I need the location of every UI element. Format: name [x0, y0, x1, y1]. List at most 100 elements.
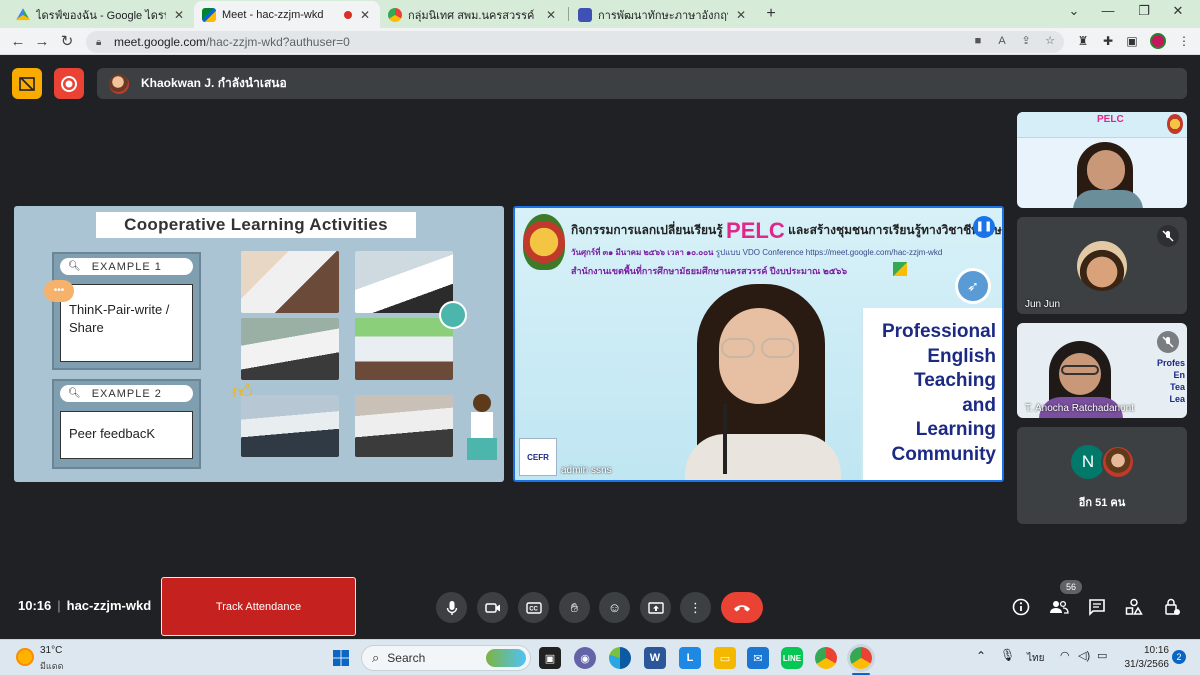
window-close-icon[interactable]: ✕ [1166, 3, 1190, 19]
tray-time[interactable]: 10:16 [1129, 645, 1169, 656]
tab-english-skills[interactable]: การพัฒนาทักษะภาษาอังกฤษ English ✕ [570, 1, 756, 28]
classroom-photo [355, 251, 453, 313]
present-screen-icon[interactable] [640, 592, 671, 623]
meeting-code: hac-zzjm-wkd [66, 598, 152, 613]
input-language[interactable]: ไทย [1027, 651, 1044, 666]
tab-title: ไดรฟ์ของฉัน - Google ไดรฟ์ [36, 9, 166, 22]
participant-tile-anocha[interactable]: Profes En Tea Lea T. Anocha Ratchadanont [1017, 323, 1187, 418]
tab-google-drive[interactable]: ไดรฟ์ของฉัน - Google ไดรฟ์ ✕ [8, 1, 194, 28]
notification-badge[interactable]: 2 [1172, 650, 1186, 664]
activities-icon[interactable] [1123, 596, 1145, 618]
bookmark-star-icon[interactable]: ☆ [1042, 33, 1058, 49]
mic-tray-icon[interactable]: 🎙︎ [1000, 648, 1015, 662]
participant-tile-1[interactable]: PELC [1017, 112, 1187, 208]
chevron-down-icon[interactable]: ⌄ [1062, 3, 1086, 19]
line-app-icon[interactable]: LINE [781, 647, 803, 669]
meet-stage: Khaokwan J. กำลังนำเสนอ Cooperative Lear… [0, 56, 1200, 639]
chat-icon[interactable] [1086, 596, 1108, 618]
teams-chat-icon[interactable]: ◉ [574, 647, 596, 669]
reload-icon[interactable]: ↻ [57, 32, 77, 52]
close-icon[interactable]: ✕ [172, 8, 186, 22]
student-illustration [461, 394, 503, 476]
l-app-icon[interactable]: L [679, 647, 701, 669]
chrome-icon[interactable] [815, 647, 837, 669]
back-arrow-icon[interactable]: ← [8, 32, 28, 52]
weather-desc[interactable]: มีแดด [40, 659, 63, 673]
more-participants-tile[interactable]: N อีก 51 คน [1017, 427, 1187, 524]
more-participants-label: อีก 51 คน [1078, 497, 1126, 509]
minimize-icon[interactable]: — [1096, 3, 1120, 18]
translate-icon[interactable]: A [994, 33, 1010, 49]
file-explorer-icon[interactable]: ▭ [714, 647, 736, 669]
more-vert-icon[interactable]: ⋮ [1176, 33, 1192, 49]
task-view-icon[interactable]: ▣ [539, 647, 561, 669]
taskbar-search-box[interactable]: ⌕ Search [361, 645, 531, 671]
avatar [1101, 445, 1135, 479]
speaker-indicator-icon: ❚❚ [973, 216, 995, 238]
restore-icon[interactable]: ❐ [1132, 3, 1156, 19]
speaker-video [665, 284, 861, 480]
captions-off-icon[interactable] [12, 68, 42, 99]
classroom-photo [241, 251, 339, 313]
side-panel-icon[interactable]: ▣ [1124, 33, 1140, 49]
battery-icon[interactable]: ▭ [1097, 649, 1107, 662]
close-icon[interactable]: ✕ [358, 8, 372, 22]
profile-avatar[interactable] [1150, 33, 1166, 49]
example-1-label: EXAMPLE 1 [91, 260, 162, 273]
edge-browser-icon[interactable] [609, 647, 631, 669]
emoji-icon[interactable]: ☺ [599, 592, 630, 623]
example-2-card: Peer feedbacK [60, 411, 193, 459]
host-controls-icon[interactable] [1161, 596, 1183, 618]
chrome-active-icon[interactable] [850, 647, 872, 669]
recording-dot-icon [344, 10, 352, 19]
address-bar[interactable]: 🔒︎ meet.google.com/hac-zzjm-wkd?authuser… [86, 31, 1064, 53]
chevron-up-icon[interactable]: ⌃ [976, 649, 986, 663]
presenter-text: Khaokwan J. กำลังนำเสนอ [141, 76, 287, 90]
tab-divider [568, 7, 569, 21]
camera-blocked-icon[interactable]: ■ [970, 33, 986, 49]
new-tab-button[interactable]: + [761, 4, 781, 24]
search-label: Search [387, 651, 426, 665]
word-icon[interactable]: W [644, 647, 666, 669]
raise-hand-icon[interactable]: ✋︎ [559, 592, 590, 623]
extension-owl-icon[interactable]: ♜ [1075, 33, 1091, 49]
meet-logo-icon [893, 262, 907, 276]
word-teaching: Teaching [914, 370, 996, 392]
wifi-icon[interactable]: ◠ [1060, 649, 1070, 662]
weather-temp[interactable]: 31°C [40, 645, 62, 656]
recording-icon[interactable] [54, 68, 84, 99]
slide-header-line2: วันศุกร์ที่ ๓๑ มีนาคม ๒๕๖๖ เวลา ๑๐.๐๐น ร… [571, 246, 942, 259]
close-icon[interactable]: ✕ [544, 8, 558, 22]
hand-icon [439, 301, 467, 329]
puzzle-extensions-icon[interactable]: ✚ [1100, 33, 1116, 49]
tab-meet[interactable]: Meet - hac-zzjm-wkd ✕ [194, 1, 380, 28]
meeting-info-icon[interactable] [1010, 596, 1032, 618]
forward-arrow-icon[interactable]: → [32, 32, 52, 52]
tab-title: Meet - hac-zzjm-wkd [222, 8, 324, 21]
participant-tile-jun[interactable]: Jun Jun [1017, 217, 1187, 314]
people-icon[interactable] [1048, 596, 1070, 618]
slide-title: Cooperative Learning Activities [96, 212, 416, 238]
tab-title: การพัฒนาทักษะภาษาอังกฤษ English [598, 9, 728, 22]
tray-date[interactable]: 31/3/2566 [1117, 659, 1170, 670]
clock-time: 10:16 [18, 598, 52, 613]
rocket-icon: ➶ [955, 268, 991, 304]
share-icon[interactable]: ⇪ [1018, 33, 1034, 49]
microphone-icon[interactable] [436, 592, 467, 623]
tab-supervision-group[interactable]: กลุ่มนิเทศ สพม.นครสวรรค์ ✕ [380, 1, 566, 28]
weather-sun-icon[interactable] [16, 648, 34, 666]
volume-icon[interactable]: ◁) [1078, 649, 1090, 662]
word-english: English [927, 345, 996, 367]
camera-icon[interactable] [477, 592, 508, 623]
url-path: /hac-zzjm-wkd?authuser=0 [206, 35, 350, 49]
more-options-icon[interactable]: ⋮ [680, 592, 711, 623]
lock-icon: 🔒︎ [96, 37, 102, 48]
mail-icon[interactable]: ✉ [747, 647, 769, 669]
close-icon[interactable]: ✕ [734, 8, 748, 22]
windows-start-icon[interactable] [330, 647, 352, 669]
end-call-button[interactable] [721, 592, 763, 623]
closed-captions-icon[interactable]: CC [518, 592, 549, 623]
participant-count-badge: 56 [1060, 580, 1082, 594]
track-attendance-button[interactable]: Track Attendance [161, 577, 356, 636]
example-2-pill: 🔍︎ EXAMPLE 2 [60, 385, 193, 402]
